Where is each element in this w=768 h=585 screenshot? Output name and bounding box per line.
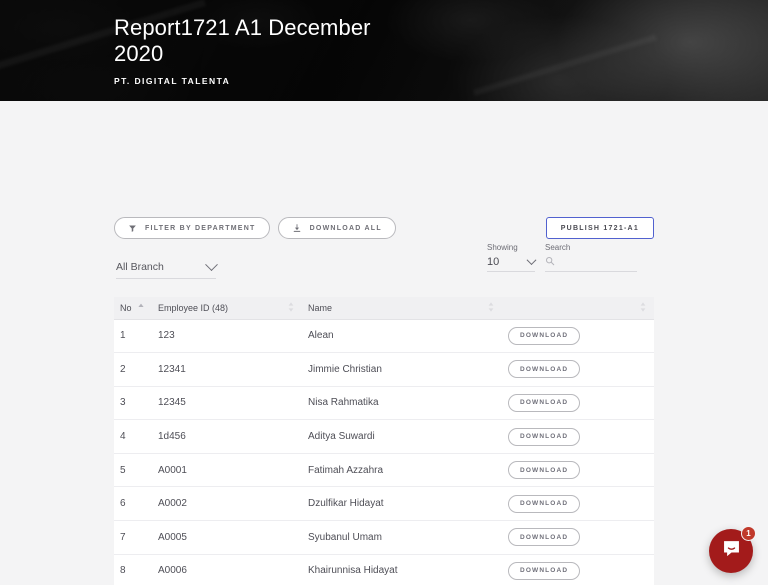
showing-select[interactable]: Showing 10: [487, 243, 537, 272]
table-row: 8 A0006 Khairunnisa Hidayat DOWNLOAD: [114, 554, 654, 585]
cell-action: DOWNLOAD: [502, 486, 654, 522]
table-row: 1 123 Alean DOWNLOAD: [114, 319, 654, 354]
cell-no: 8: [114, 554, 152, 585]
column-header-no[interactable]: No: [114, 297, 152, 320]
cell-employee-id: A0002: [152, 486, 302, 522]
cell-employee-id: 1d456: [152, 419, 302, 454]
cell-name: Nisa Rahmatika: [302, 386, 502, 421]
cell-name: Syubanul Umam: [302, 520, 502, 555]
row-download-button[interactable]: DOWNLOAD: [508, 427, 581, 446]
sort-none-icon: [488, 302, 494, 314]
download-all-label: DOWNLOAD ALL: [309, 224, 382, 232]
table-row: 6 A0002 Dzulfikar Hidayat DOWNLOAD: [114, 486, 654, 522]
cell-action: DOWNLOAD: [502, 554, 654, 585]
filter-by-department-button[interactable]: FILTER BY DEPARTMENT: [114, 217, 270, 239]
cell-no: 4: [114, 419, 152, 454]
cell-employee-id: A0001: [152, 453, 302, 488]
table-row: 4 1d456 Aditya Suwardi DOWNLOAD: [114, 419, 654, 454]
search-field: Search: [545, 243, 637, 272]
column-header-name-label: Name: [308, 302, 333, 313]
cell-name: Aditya Suwardi: [302, 419, 502, 454]
row-download-button[interactable]: DOWNLOAD: [508, 461, 581, 480]
row-download-button[interactable]: DOWNLOAD: [508, 326, 581, 345]
row-download-button[interactable]: DOWNLOAD: [508, 561, 581, 580]
row-download-button[interactable]: DOWNLOAD: [508, 528, 581, 547]
cell-name: Dzulfikar Hidayat: [302, 486, 502, 522]
cell-action: DOWNLOAD: [502, 453, 654, 488]
cell-employee-id: 12345: [152, 386, 302, 421]
table-header-row: No Employee ID (48) Name: [114, 297, 654, 320]
cell-no: 2: [114, 352, 152, 387]
sort-asc-icon: [138, 303, 144, 313]
cell-employee-id: A0006: [152, 554, 302, 585]
table-row: 5 A0001 Fatimah Azzahra DOWNLOAD: [114, 453, 654, 488]
branch-select-value: All Branch: [116, 261, 164, 273]
cell-employee-id: 123: [152, 319, 302, 354]
column-header-action[interactable]: [502, 297, 654, 320]
cell-no: 3: [114, 386, 152, 421]
showing-label: Showing: [487, 243, 518, 252]
cell-employee-id: A0005: [152, 520, 302, 555]
column-header-employee-id-label: Employee ID (48): [158, 302, 229, 313]
cell-name: Alean: [302, 319, 502, 354]
showing-value: 10: [487, 255, 500, 268]
cell-employee-id: 12341: [152, 352, 302, 387]
cell-name: Fatimah Azzahra: [302, 453, 502, 488]
sort-none-icon: [640, 302, 646, 314]
row-download-button[interactable]: DOWNLOAD: [508, 360, 581, 379]
cell-no: 5: [114, 453, 152, 488]
row-download-button[interactable]: DOWNLOAD: [508, 494, 581, 513]
search-label: Search: [545, 243, 571, 252]
chat-launcher-button[interactable]: 1: [709, 526, 756, 573]
page-header-banner: Report1721 A1 December 2020 PT. DIGITAL …: [0, 0, 768, 101]
table-row: 3 12345 Nisa Rahmatika DOWNLOAD: [114, 386, 654, 421]
branch-select[interactable]: All Branch: [116, 257, 218, 279]
cell-action: DOWNLOAD: [502, 352, 654, 387]
row-download-button[interactable]: DOWNLOAD: [508, 393, 581, 412]
chat-unread-badge: 1: [741, 526, 756, 541]
publish-button[interactable]: PUBLISH 1721-A1: [545, 217, 654, 239]
table-row: 2 12341 Jimmie Christian DOWNLOAD: [114, 352, 654, 387]
cell-action: DOWNLOAD: [502, 386, 654, 421]
chat-message-icon: [721, 538, 742, 564]
filter-icon: [128, 224, 137, 233]
page-title: Report1721 A1 December 2020: [114, 15, 371, 66]
cell-action: DOWNLOAD: [502, 419, 654, 454]
sort-none-icon: [288, 302, 294, 314]
table-body: 1 123 Alean DOWNLOAD 2 12341 Jimmie Christian D…: [114, 319, 654, 585]
cell-no: 7: [114, 520, 152, 555]
cell-no: 1: [114, 319, 152, 354]
toolbar: FILTER BY DEPARTMENT DOWNLOAD ALL: [114, 217, 396, 239]
cell-name: Jimmie Christian: [302, 352, 502, 387]
search-input[interactable]: [567, 255, 637, 268]
report-page: Report1721 A1 December 2020 PT. DIGITAL …: [0, 0, 768, 585]
company-name: PT. DIGITAL TALENTA: [114, 76, 231, 86]
search-icon: [545, 253, 555, 271]
filter-by-department-label: FILTER BY DEPARTMENT: [145, 224, 256, 232]
download-all-button[interactable]: DOWNLOAD ALL: [277, 217, 396, 239]
cell-name: Khairunnisa Hidayat: [302, 554, 502, 585]
cell-action: DOWNLOAD: [502, 520, 654, 555]
column-header-employee-id[interactable]: Employee ID (48): [152, 297, 302, 320]
download-icon: [292, 223, 302, 233]
chevron-down-icon: [205, 257, 218, 271]
employee-report-table: No Employee ID (48) Name 1 123 Alean DOW…: [114, 297, 654, 585]
cell-no: 6: [114, 486, 152, 522]
chevron-down-icon: [526, 255, 537, 266]
column-header-no-label: No: [120, 302, 132, 313]
cell-action: DOWNLOAD: [502, 319, 654, 354]
column-header-name[interactable]: Name: [302, 297, 502, 320]
table-row: 7 A0005 Syubanul Umam DOWNLOAD: [114, 520, 654, 555]
